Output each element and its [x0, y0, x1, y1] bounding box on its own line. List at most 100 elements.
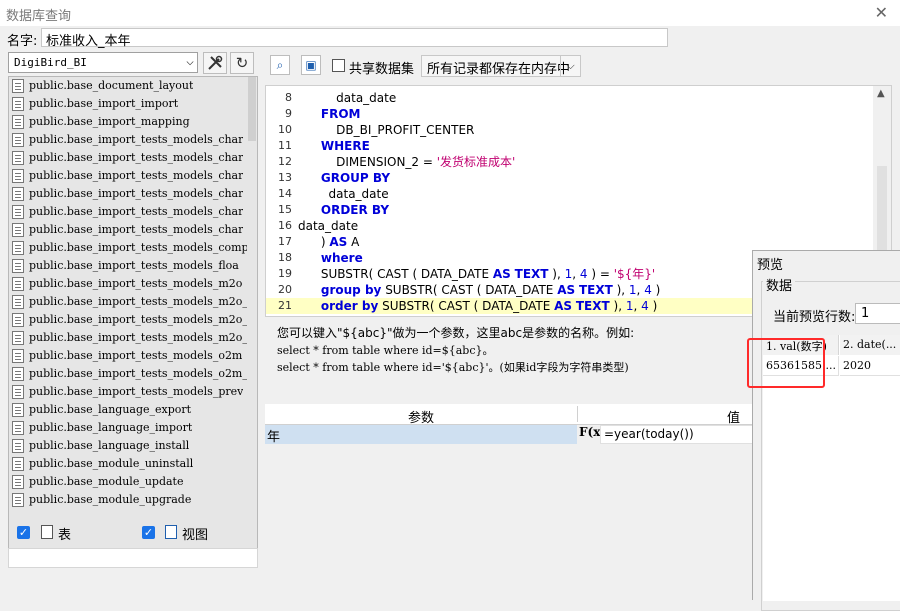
- table-name: public.base_language_import: [29, 421, 193, 434]
- line-number: 8: [285, 91, 292, 104]
- hint-line-1: 您可以键入"${abc}"做为一个参数，这里abc是参数的名称。例如:: [277, 326, 635, 340]
- table-icon: [12, 241, 24, 255]
- code-line[interactable]: 10 DB_BI_PROFIT_CENTER: [266, 122, 875, 138]
- code-line[interactable]: 11 WHERE: [266, 138, 875, 154]
- table-list-item[interactable]: public.base_document_layout: [9, 77, 257, 95]
- parameter-hint: 您可以键入"${abc}"做为一个参数，这里abc是参数的名称。例如: sele…: [277, 325, 747, 376]
- table-list-item[interactable]: public.base_import_tests_models_m2o_: [9, 311, 257, 329]
- table-name: public.base_import_tests_models_o2m_: [29, 367, 247, 380]
- table-list-item[interactable]: public.base_import_tests_models_m2o_: [9, 293, 257, 311]
- table-name: public.base_import_mapping: [29, 115, 190, 128]
- table-list-item[interactable]: public.base_import_tests_models_comp: [9, 239, 257, 257]
- table-checkbox[interactable]: ✓: [17, 526, 30, 539]
- table-name: public.base_import_import: [29, 97, 179, 110]
- code-line[interactable]: 17 ) AS A: [266, 234, 875, 250]
- code-line[interactable]: 16 data_date: [266, 218, 875, 234]
- preview-button[interactable]: ⌕: [270, 55, 290, 75]
- table-list-item[interactable]: public.base_import_tests_models_char: [9, 203, 257, 221]
- table-list-item[interactable]: public.base_import_tests_models_char: [9, 149, 257, 167]
- table-list-item[interactable]: public.base_import_tests_models_o2m_: [9, 365, 257, 383]
- save-icon: ▣: [305, 58, 317, 72]
- code-line[interactable]: 12 DIMENSION_2 = '发货标准成本': [266, 154, 875, 170]
- params-header: 参数 值: [265, 404, 755, 426]
- share-dataset-checkbox[interactable]: [332, 59, 345, 72]
- code-line[interactable]: 9 FROM: [266, 106, 875, 122]
- preview-column-header[interactable]: 2. date(...: [840, 335, 900, 355]
- view-checkbox[interactable]: ✓: [142, 526, 155, 539]
- query-toolbar: ⌕ ▣ 共享数据集 所有记录都保存在内存中 ⌵: [268, 53, 748, 79]
- table-list-item[interactable]: public.base_import_tests_models_char: [9, 167, 257, 185]
- table-list-item[interactable]: public.base_import_tests_models_m2o_: [9, 329, 257, 347]
- table-list-item[interactable]: public.base_import_tests_models_char: [9, 221, 257, 239]
- line-number: 13: [278, 171, 292, 184]
- table-icon: [12, 97, 24, 111]
- hint-line-3: select * from table where id='${abc}'。(如…: [277, 361, 629, 374]
- scroll-up-icon[interactable]: ▲: [877, 88, 885, 99]
- table-list-item[interactable]: public.base_module_upgrade: [9, 491, 257, 509]
- line-number: 16: [278, 219, 292, 232]
- code-text: WHERE: [320, 139, 370, 153]
- formula-icon[interactable]: F(x): [579, 425, 606, 444]
- line-number: 17: [278, 235, 292, 248]
- table-icon: [12, 367, 24, 381]
- name-input[interactable]: 标准收入_本年: [41, 28, 668, 49]
- refresh-icon: ↻: [235, 54, 249, 72]
- table-name: public.base_import_tests_models_m2o_: [29, 313, 247, 326]
- code-text: data_date: [298, 187, 389, 201]
- table-name: public.base_import_tests_models_m2o_: [29, 295, 247, 308]
- save-button[interactable]: ▣: [301, 55, 321, 75]
- code-line[interactable]: 8 data_date: [266, 90, 875, 106]
- param-value-header: 值: [727, 411, 741, 426]
- table-name: public.base_import_tests_models_prev: [29, 385, 244, 398]
- table-list-item[interactable]: public.base_import_import: [9, 95, 257, 113]
- table-list-item[interactable]: public.base_language_import: [9, 419, 257, 437]
- table-list-item[interactable]: public.base_language_install: [9, 437, 257, 455]
- chevron-down-icon: ⌵: [560, 56, 580, 76]
- table-name: public.base_language_export: [29, 403, 192, 416]
- param-row[interactable]: 年 F(x) =year(today()): [265, 425, 755, 445]
- table-icon: [12, 115, 24, 129]
- close-icon[interactable]: ✕: [875, 3, 888, 22]
- param-name-cell[interactable]: 年: [265, 425, 577, 445]
- highlight-annotation: [747, 338, 825, 388]
- code-text: SUBSTR( CAST ( DATA_DATE AS TEXT ), 1, 4…: [298, 267, 656, 281]
- table-list-item[interactable]: public.base_import_tests_models_char: [9, 131, 257, 149]
- table-list[interactable]: public.base_document_layout public.base_i…: [8, 76, 258, 552]
- param-value-cell[interactable]: =year(today()): [600, 425, 755, 444]
- table-name: public.base_module_upgrade: [29, 493, 192, 506]
- view-icon: [165, 525, 177, 539]
- table-filter-input[interactable]: [8, 548, 258, 568]
- code-line[interactable]: 15 ORDER BY: [266, 202, 875, 218]
- preview-rows-input[interactable]: 1: [855, 303, 900, 324]
- storage-mode-select[interactable]: 所有记录都保存在内存中 ⌵: [421, 55, 581, 77]
- database-select-value: DigiBird_BI: [14, 56, 87, 69]
- table-list-item[interactable]: public.base_language_export: [9, 401, 257, 419]
- preview-rows-label: 当前预览行数:: [773, 310, 856, 325]
- table-list-scrollbar[interactable]: [247, 77, 257, 551]
- filter-row: ✓ 表 ✓ 视图: [8, 522, 258, 544]
- database-select[interactable]: DigiBird_BI ⌵: [8, 52, 198, 73]
- table-list-item[interactable]: public.base_import_tests_models_o2m: [9, 347, 257, 365]
- table-list-item[interactable]: public.base_module_update: [9, 473, 257, 491]
- table-icon: [12, 259, 24, 273]
- code-line[interactable]: 14 data_date: [266, 186, 875, 202]
- code-text: order by SUBSTR( CAST ( DATA_DATE AS TEX…: [320, 299, 658, 313]
- table-list-item[interactable]: public.base_module_uninstall: [9, 455, 257, 473]
- refresh-button[interactable]: ↻: [230, 52, 254, 74]
- table-icon: [12, 403, 24, 417]
- code-text: ORDER BY: [320, 203, 390, 217]
- table-list-item[interactable]: public.base_import_tests_models_m2o: [9, 275, 257, 293]
- preview-cell[interactable]: 2020: [840, 356, 900, 376]
- code-text: FROM: [320, 107, 361, 121]
- table-name: public.base_import_tests_models_char: [29, 205, 244, 218]
- param-name-header: 参数: [407, 411, 434, 426]
- name-label: 名字:: [7, 34, 38, 49]
- table-list-item[interactable]: public.base_import_mapping: [9, 113, 257, 131]
- table-icon: [12, 493, 24, 507]
- code-line[interactable]: 13 GROUP BY: [266, 170, 875, 186]
- table-list-item[interactable]: public.base_import_tests_models_floa: [9, 257, 257, 275]
- tools-button[interactable]: [203, 52, 227, 74]
- table-list-item[interactable]: public.base_import_tests_models_prev: [9, 383, 257, 401]
- chevron-down-icon: ⌵: [186, 54, 194, 69]
- table-list-item[interactable]: public.base_import_tests_models_char: [9, 185, 257, 203]
